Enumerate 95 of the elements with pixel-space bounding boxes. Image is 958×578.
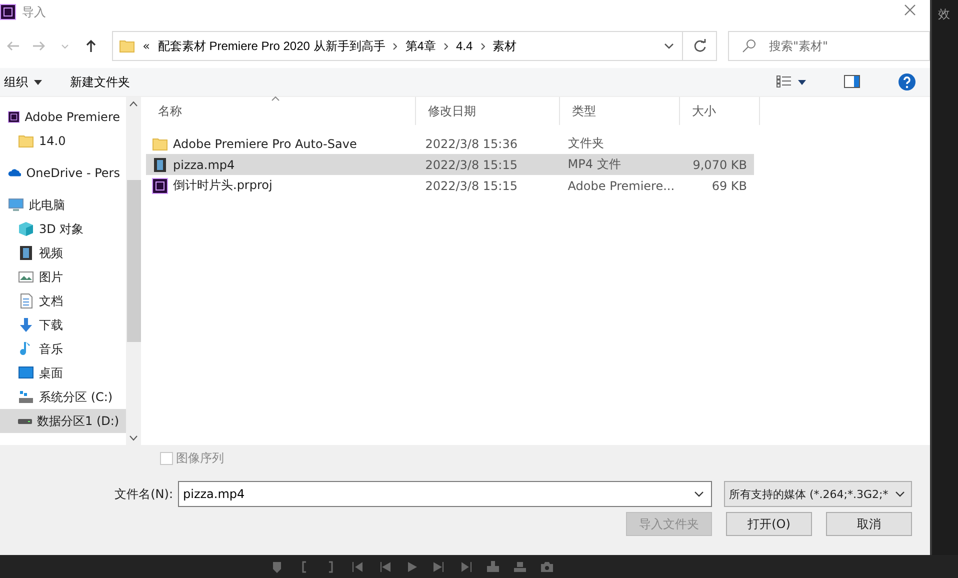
step-back-icon[interactable] xyxy=(378,560,392,574)
scroll-up-icon xyxy=(129,101,138,107)
chevron-right-icon xyxy=(393,42,398,50)
cube-icon xyxy=(18,221,34,237)
chevron-right-icon xyxy=(444,42,448,50)
nav-item[interactable]: 音乐 xyxy=(0,337,126,361)
table-cell-text: 2022/3/8 15:15 xyxy=(424,178,518,192)
nav-item[interactable]: Adobe Premiere xyxy=(0,105,126,129)
search-field[interactable]: 搜索"素材" xyxy=(728,31,930,61)
caret-down-icon xyxy=(895,491,905,497)
caret-down-icon xyxy=(664,43,674,49)
close-icon xyxy=(904,4,916,16)
drive-icon xyxy=(18,389,34,405)
organize-menu[interactable]: 组织 xyxy=(4,74,42,90)
folder-icon xyxy=(18,133,34,149)
chevron-right-icon xyxy=(480,42,485,50)
table-cell-text: 2022/3/8 15:36 xyxy=(424,136,518,150)
refresh-button[interactable] xyxy=(683,31,717,61)
file-row[interactable]: pizza.mp4 2022/3/8 15:15 MP4 文件 9,070 KB xyxy=(146,154,754,175)
down-arrow-icon xyxy=(18,317,34,333)
table-cell-text: 69 KB xyxy=(710,178,748,192)
drive-icon xyxy=(18,418,32,424)
file-name-label: 文件名(N): xyxy=(114,486,173,502)
breadcrumb[interactable]: 4.4 xyxy=(456,39,473,53)
nav-item[interactable]: 文档 xyxy=(0,289,126,313)
search-icon xyxy=(742,39,756,53)
insert-icon[interactable] xyxy=(486,560,500,574)
table-cell-text: Adobe Premiere... xyxy=(566,178,675,192)
help-button[interactable] xyxy=(898,73,916,91)
file-type-dropdown[interactable]: 所有支持的媒体 (*.264;*.3G2;* xyxy=(724,481,912,507)
nav-item[interactable]: 视频 xyxy=(0,241,126,265)
breadcrumb[interactable]: 配套素材 Premiere Pro 2020 从新手到高手 xyxy=(158,38,386,54)
window-title: 导入 xyxy=(22,4,46,20)
table-cell-text: 9,070 KB xyxy=(692,158,748,172)
monitor-icon xyxy=(18,365,34,381)
nav-item[interactable]: 桌面 xyxy=(0,361,126,385)
dialog-button[interactable]: 打开(O) xyxy=(726,512,812,536)
overflow-chevron[interactable]: « xyxy=(142,39,150,53)
file-name: Adobe Premiere Pro Auto-Save xyxy=(173,136,357,150)
overwrite-icon[interactable] xyxy=(513,560,527,574)
details-view-icon xyxy=(776,75,792,89)
table-cell-text: MP4 文件 xyxy=(566,156,622,173)
column-header[interactable]: 修改日期 xyxy=(416,97,560,125)
play-icon[interactable] xyxy=(405,560,419,574)
folder-icon xyxy=(152,136,168,152)
table-cell-text: 2022/3/8 15:15 xyxy=(424,158,518,172)
caret-down-icon xyxy=(694,491,704,497)
file-row[interactable]: Adobe Premiere Pro Auto-Save 2022/3/8 15:36 文件夹 xyxy=(146,133,754,154)
scrollbar-thumb[interactable] xyxy=(126,180,140,342)
file-row[interactable]: 倒计时片头.prproj 2022/3/8 15:15 Adobe Premiere... 69 KB xyxy=(146,175,754,196)
folder-icon xyxy=(118,38,135,54)
film-icon xyxy=(18,245,34,261)
image-sequence-label: 图像序列 xyxy=(176,450,224,467)
nav-item[interactable]: 下载 xyxy=(0,313,126,337)
file-name-field[interactable]: pizza.mp4 xyxy=(178,481,712,507)
help-icon xyxy=(898,73,916,91)
nav-item[interactable]: 此电脑 xyxy=(0,193,126,217)
address-bar[interactable]: « 配套素材 Premiere Pro 2020 从新手到高手 第4章 4.4 素材 xyxy=(112,31,684,61)
nav-item[interactable]: OneDrive - Pers xyxy=(0,161,126,185)
caret-down-icon xyxy=(34,80,42,84)
file-name: 倒计时片头.prproj xyxy=(173,177,272,194)
film-icon xyxy=(152,156,168,172)
breadcrumb[interactable]: 素材 xyxy=(492,38,517,54)
dialog-button[interactable]: 取消 xyxy=(826,512,912,536)
computer-icon xyxy=(8,197,24,213)
document-icon xyxy=(18,293,34,309)
table-cell-text: 文件夹 xyxy=(566,135,605,152)
step-forward-icon[interactable] xyxy=(432,560,446,574)
picture-icon xyxy=(18,269,34,285)
nav-item[interactable]: 系统分区 (C:) xyxy=(0,385,126,409)
column-header[interactable]: 类型 xyxy=(560,97,680,125)
camera-icon[interactable] xyxy=(540,560,554,574)
nav-item[interactable]: 3D 对象 xyxy=(0,217,126,241)
column-header[interactable]: 大小 xyxy=(680,97,760,125)
app-logo-icon xyxy=(0,4,16,20)
breadcrumb[interactable]: 第4章 xyxy=(405,38,436,54)
go-to-out-icon[interactable] xyxy=(459,560,473,574)
caret-down-icon xyxy=(60,44,69,48)
preview-pane-button[interactable] xyxy=(844,75,860,89)
nav-item[interactable]: 图片 xyxy=(0,265,126,289)
marker-icon[interactable] xyxy=(270,560,284,574)
nav-item[interactable]: 数据分区1 (D:) xyxy=(0,409,126,433)
file-name: pizza.mp4 xyxy=(173,158,235,172)
app-logo-icon xyxy=(152,178,168,194)
new-folder-button[interactable]: 新建文件夹 xyxy=(70,74,130,90)
column-header[interactable]: 名称 xyxy=(146,97,416,125)
scroll-down-icon xyxy=(129,435,138,441)
app-logo-icon xyxy=(8,109,20,125)
refresh-icon xyxy=(692,39,707,53)
pane-icon xyxy=(844,75,860,89)
go-to-in-icon[interactable] xyxy=(351,560,365,574)
caret-down-icon xyxy=(798,80,806,84)
view-menu[interactable] xyxy=(776,75,806,89)
nav-item[interactable]: 14.0 xyxy=(0,129,126,153)
panel-title: 效 xyxy=(938,7,950,21)
